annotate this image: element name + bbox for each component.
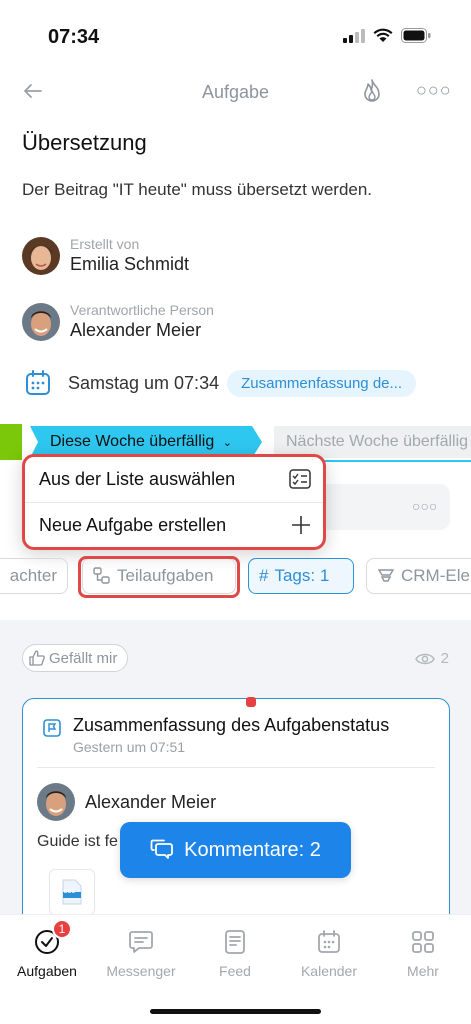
task-title: Übersetzung	[22, 130, 147, 155]
tasks-badge: 1	[52, 919, 72, 939]
status-summary-card[interactable]: Zusammenfassung des Aufgabenstatus Geste…	[22, 697, 450, 928]
like-button[interactable]: Gefällt mir	[22, 644, 129, 672]
tab-calendar[interactable]: Kalender	[282, 927, 376, 979]
signal-icon	[343, 28, 365, 43]
card-author-avatar	[37, 783, 75, 821]
comments-button[interactable]: Kommentare: 2	[120, 822, 351, 878]
doc-file-icon[interactable]: DOC	[49, 869, 95, 915]
unread-indicator	[246, 697, 256, 707]
battery-icon	[401, 28, 431, 43]
crm-icon	[377, 569, 395, 582]
flag-icon	[43, 719, 61, 737]
responsible-name[interactable]: Alexander Meier	[70, 320, 214, 341]
subtasks-highlight	[78, 556, 240, 598]
creator-role-label: Erstellt von	[70, 236, 140, 252]
calendar-icon	[26, 370, 50, 395]
more-options-icon[interactable]: ○○○	[416, 80, 452, 101]
grid-icon	[412, 931, 434, 953]
tab-feed-label: Feed	[219, 963, 251, 979]
calendar-tab-icon	[318, 930, 340, 953]
wifi-icon	[373, 28, 393, 42]
chip-observers[interactable]: achter	[0, 558, 68, 594]
chip-tags[interactable]: # Tags: 1	[248, 558, 354, 594]
creator-name[interactable]: Emilia Schmidt	[70, 254, 189, 275]
hash-icon: #	[259, 566, 269, 585]
card-timestamp: Gestern um 07:51	[73, 739, 186, 755]
chip-tags-label: Tags: 1	[274, 566, 330, 585]
row-more-icon[interactable]: ○○○	[412, 498, 437, 514]
comments-icon	[150, 839, 174, 859]
feed-icon	[225, 930, 245, 954]
tab-tasks-label: Aufgaben	[17, 963, 77, 979]
checklist-icon	[289, 469, 311, 489]
tab-messenger-label: Messenger	[106, 963, 176, 979]
app-header: Aufgabe ○○○	[0, 70, 471, 114]
like-label: Gefällt mir	[49, 649, 118, 667]
menu-item-create-label: Neue Aufgabe erstellen	[39, 514, 227, 535]
plus-icon	[292, 516, 310, 534]
flame-icon[interactable]	[360, 78, 384, 104]
card-author-name: Alexander Meier	[85, 791, 217, 812]
chat-icon	[129, 931, 153, 953]
tab-messenger[interactable]: Messenger	[94, 927, 188, 979]
bottom-tab-bar: 1 Aufgaben Messenger Feed Kalender Mehr	[0, 914, 471, 1024]
creator-row[interactable]: Erstellt von Emilia Schmidt	[22, 236, 189, 275]
views-counter: 2	[414, 650, 449, 667]
responsible-role-label: Verantwortliche Person	[70, 302, 214, 318]
header-title: Aufgabe	[201, 82, 270, 102]
deadline-row[interactable]: Samstag um 07:34 Zusammenfassung de...	[24, 368, 417, 398]
comments-button-label: Kommentare: 2	[184, 838, 321, 861]
summary-chip[interactable]: Zusammenfassung de...	[227, 369, 417, 397]
creator-avatar	[22, 236, 60, 275]
home-indicator	[150, 1009, 321, 1014]
tab-calendar-label: Kalender	[300, 963, 358, 979]
tab-tasks[interactable]: 1 Aufgaben	[0, 919, 94, 979]
menu-item-create-task[interactable]: Neue Aufgabe erstellen	[25, 502, 323, 547]
deadline-text[interactable]: Samstag um 07:34	[68, 373, 219, 394]
views-count: 2	[440, 650, 449, 667]
status-time: 07:34	[48, 26, 100, 48]
eye-icon	[414, 653, 435, 664]
menu-item-select-label: Aus der Liste auswählen	[39, 469, 236, 489]
menu-item-select-from-list[interactable]: Aus der Liste auswählen	[25, 457, 323, 502]
card-divider	[37, 767, 435, 768]
doc-file-label: DOC	[64, 889, 76, 895]
card-text: Guide ist fe	[37, 833, 118, 850]
tab-feed[interactable]: Feed	[188, 927, 282, 979]
card-author[interactable]: Alexander Meier	[37, 783, 216, 821]
status-icons	[343, 28, 431, 43]
thumbs-up-icon	[29, 650, 45, 666]
chevron-down-icon: ⌄	[222, 437, 232, 449]
chip-observers-label: achter	[9, 566, 57, 585]
tab-more[interactable]: Mehr	[376, 927, 470, 979]
card-title: Zusammenfassung des Aufgabenstatus	[73, 715, 390, 735]
responsible-row[interactable]: Verantwortliche Person Alexander Meier	[22, 302, 214, 341]
task-description: Der Beitrag "IT heute" muss übersetzt we…	[22, 180, 373, 199]
stage-active-label: Diese Woche überfällig	[50, 433, 215, 450]
chip-crm-label: CRM-Ele	[401, 566, 470, 585]
chip-crm[interactable]: CRM-Ele	[366, 558, 471, 594]
status-bar: 07:34	[0, 0, 471, 70]
stage-previous[interactable]	[0, 424, 22, 460]
tab-more-label: Mehr	[407, 963, 439, 979]
responsible-avatar	[22, 302, 60, 341]
subtask-popup-menu: Aus der Liste auswählen Neue Aufgabe ers…	[22, 454, 326, 550]
